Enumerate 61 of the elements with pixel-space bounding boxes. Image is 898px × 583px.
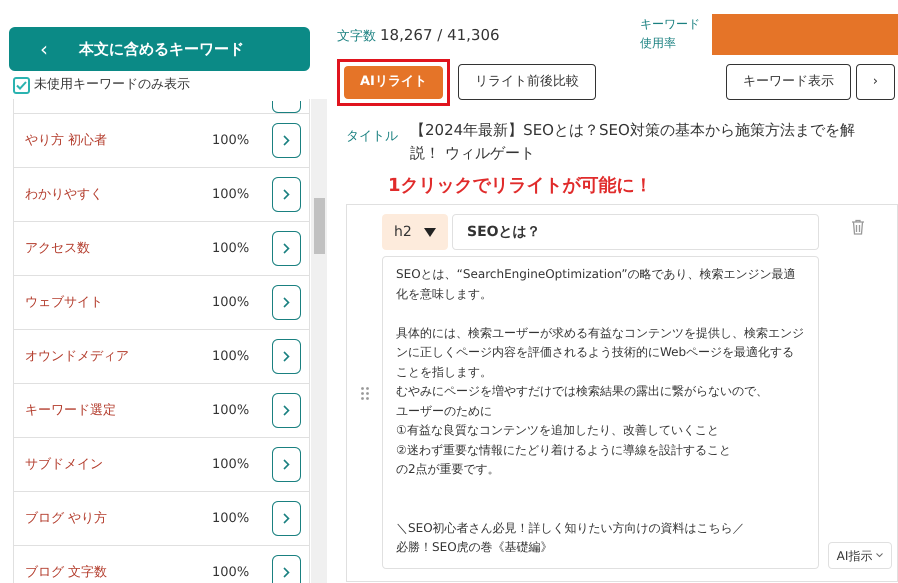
back-button[interactable]: ‹ — [9, 34, 79, 64]
char-count: 18,267 / 41,306 — [380, 25, 500, 46]
keyword-usage: 100% — [212, 132, 250, 150]
keyword-label: やり方 初心者 — [24, 132, 108, 150]
chevron-right-icon — [283, 567, 290, 578]
keyword-label: キーワード選定 — [24, 402, 117, 420]
chevron-right-icon — [283, 513, 290, 524]
add-keyword-button[interactable] — [272, 285, 301, 320]
title-label: タイトル — [346, 128, 398, 146]
keyword-label: ブログ 文字数 — [24, 564, 108, 582]
trash-icon[interactable] — [851, 219, 865, 235]
scrollbar[interactable] — [311, 99, 327, 583]
next-button[interactable]: › — [856, 64, 895, 100]
filter-label: 未使用キーワードのみ表示 — [34, 76, 190, 94]
add-keyword-button[interactable] — [272, 447, 301, 482]
keyword-usage: 100% — [212, 456, 250, 474]
keyword-usage: 100% — [212, 294, 250, 312]
ai-instruction-button[interactable]: AI指示 — [828, 542, 892, 569]
keyword-label: サブドメイン — [24, 456, 104, 474]
filter-checkbox[interactable] — [13, 76, 30, 94]
chevron-right-icon — [283, 189, 290, 200]
keyword-usage: 100% — [212, 240, 250, 258]
add-keyword-button[interactable] — [272, 501, 301, 536]
chevron-right-icon — [283, 459, 290, 470]
add-keyword-button[interactable] — [272, 393, 301, 428]
chevron-right-icon — [283, 405, 290, 416]
keyword-label: アクセス数 — [24, 240, 91, 258]
add-keyword-button[interactable] — [272, 177, 301, 212]
drag-handle-icon[interactable] — [360, 386, 368, 400]
toolbar-button[interactable]: リライト前後比較 — [458, 64, 596, 100]
usage-label: キーワード使用率 — [640, 16, 701, 52]
keyword-usage: 100% — [212, 402, 250, 420]
chevron-right-icon — [283, 135, 290, 146]
add-keyword-button[interactable] — [272, 339, 301, 374]
chevron-right-icon — [283, 243, 290, 254]
article-title: 【2024年最新】SEOとは？SEO対策の基本から施策方法までを解説！ ウィルゲート — [410, 120, 856, 164]
keyword-usage: 100% — [212, 348, 250, 366]
keyword-label: オウンドメディア — [24, 348, 130, 366]
chevron-right-icon — [283, 297, 290, 308]
sidebar-title: 本文に含めるキーワード — [79, 38, 244, 60]
body-text-field[interactable]: SEOとは、“SearchEngineOptimization”の略であり、検索エンジン最適化を意味します。 具体的には、検索ユーザーが求める有益なコンテンツを提供し、検索エンジンに正しくページ内容を評価されるよう技術的にWebページを最適化することを指します。 むやみにページを増やすだけでは検索結果の露出に繋がらないので、 ユーザーのために ①有益な良質なコンテンツを追加したり、改善していくこと ②迷わず重要な情報にたどり着けるように導線を設計すること の2点が重要です。 ＼SEO初心者さん必見！詳しく知りたい方向けの資料はこちら／ 必勝！SEO虎の巻《基礎編》 — [382, 256, 819, 569]
keyword-usage: 100% — [212, 186, 250, 204]
dropdown-icon — [424, 228, 436, 236]
heading-level-select[interactable]: h2 — [382, 214, 448, 250]
heading-level: h2 — [394, 222, 412, 242]
heading-field[interactable]: SEOとは？ — [452, 214, 819, 250]
chevron-right-icon — [283, 351, 290, 362]
add-keyword-button[interactable] — [272, 555, 301, 583]
annotation-text: 1クリックでリライトが可能に！ — [388, 174, 653, 198]
add-keyword-button[interactable] — [272, 231, 301, 266]
add-keyword-button[interactable] — [272, 101, 301, 113]
keyword-label: ウェブサイト — [24, 294, 104, 312]
char-count-label: 文字数 — [337, 28, 376, 46]
chevron-down-icon — [876, 553, 884, 558]
keyword-usage: 100% — [212, 564, 250, 582]
keyword-label: わかりやすく — [24, 186, 104, 204]
keyword-label: ブログ やり方 — [24, 510, 108, 528]
add-keyword-button[interactable] — [272, 123, 301, 158]
checkmark-icon — [16, 80, 27, 90]
toolbar-button[interactable]: キーワード表示 — [726, 64, 851, 100]
keyword-usage: 100% — [212, 510, 250, 528]
